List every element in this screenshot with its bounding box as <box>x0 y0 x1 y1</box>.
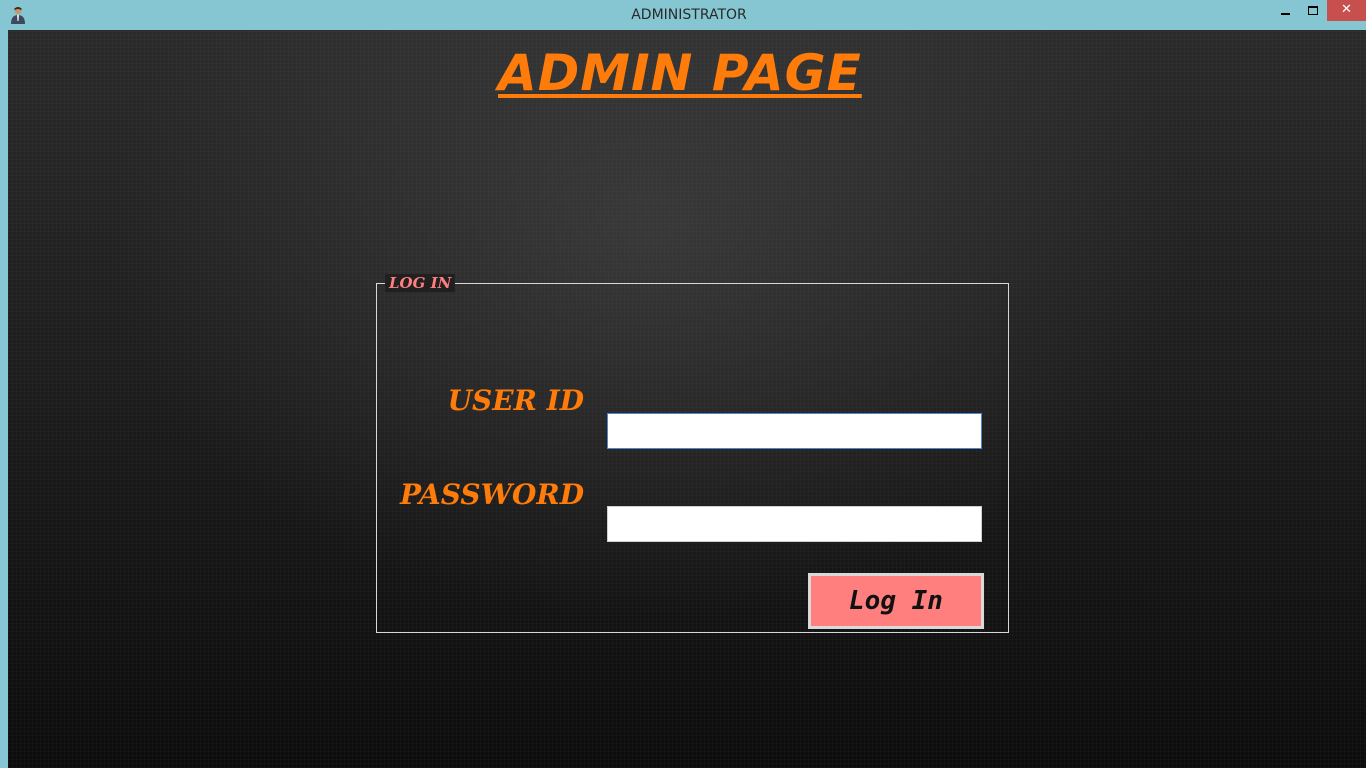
minimize-button[interactable] <box>1270 0 1300 21</box>
window-title: ADMINISTRATOR <box>631 7 747 23</box>
user-id-label: USER ID <box>447 384 584 417</box>
close-icon: ✕ <box>1341 2 1352 17</box>
maximize-button[interactable] <box>1298 0 1328 21</box>
login-groupbox: LOG IN USER ID PASSWORD Log In <box>376 274 1009 633</box>
close-button[interactable]: ✕ <box>1327 0 1366 21</box>
user-id-input[interactable] <box>607 413 982 449</box>
client-area: ADMIN PAGE LOG IN USER ID PASSWORD Log I… <box>8 30 1366 768</box>
page-title: ADMIN PAGE <box>498 44 862 102</box>
title-bar[interactable]: ADMINISTRATOR ✕ <box>0 0 1366 30</box>
password-input[interactable] <box>607 506 982 542</box>
minimize-icon <box>1281 13 1290 15</box>
maximize-icon <box>1308 6 1318 15</box>
login-button[interactable]: Log In <box>808 573 984 629</box>
password-label: PASSWORD <box>400 478 584 511</box>
login-group-legend: LOG IN <box>385 274 456 292</box>
application-window: ADMINISTRATOR ✕ ADMIN PAGE LOG IN USER I… <box>0 0 1366 768</box>
